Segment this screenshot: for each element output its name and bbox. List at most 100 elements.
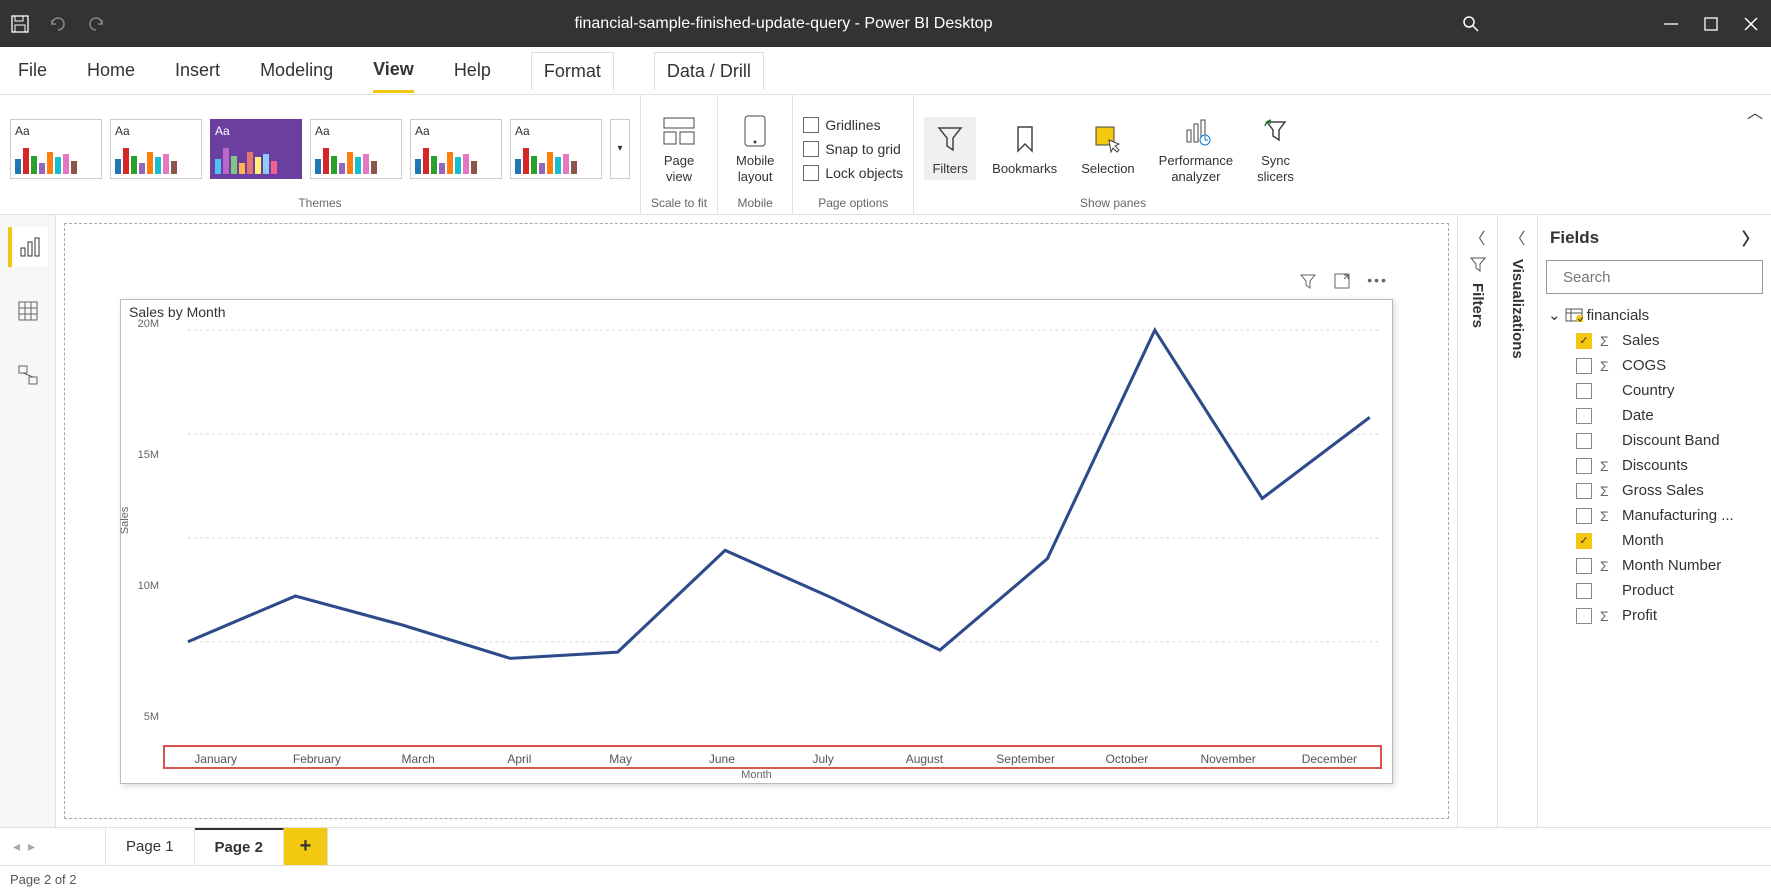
redo-icon[interactable] xyxy=(86,14,106,34)
undo-icon[interactable] xyxy=(48,14,68,34)
page-view-button[interactable]: Page view xyxy=(653,109,705,188)
field-manufacturing-[interactable]: ΣManufacturing ... xyxy=(1542,503,1767,528)
field-discount-band[interactable]: Discount Band xyxy=(1542,428,1767,453)
menu-help[interactable]: Help xyxy=(454,50,491,91)
menu-view[interactable]: View xyxy=(373,49,414,93)
model-view-icon[interactable] xyxy=(8,355,48,395)
theme-tile-2[interactable]: Aa xyxy=(110,119,202,179)
fields-list: ⌄ financials ✓ΣSales Σ COGS Country Date Disc… xyxy=(1538,294,1771,827)
maximize-icon[interactable] xyxy=(1701,14,1721,34)
menu-modeling[interactable]: Modeling xyxy=(260,50,333,91)
tab-add[interactable]: + xyxy=(284,828,328,865)
minimize-icon[interactable] xyxy=(1661,14,1681,34)
field-checkbox[interactable]: ✓ xyxy=(1576,533,1592,549)
field-discounts[interactable]: ΣDiscounts xyxy=(1542,453,1767,478)
chart-xaxis: JanuaryFebruaryMarchAprilMayJuneJulyAugu… xyxy=(163,745,1382,769)
report-page[interactable]: ••• Sales by Month Sales 5M10M15M20M Jan… xyxy=(64,223,1449,819)
field-label: Date xyxy=(1622,407,1654,424)
sync-slicers-button[interactable]: Sync slicers xyxy=(1249,109,1302,188)
chart-visual[interactable]: ••• Sales by Month Sales 5M10M15M20M Jan… xyxy=(120,299,1393,784)
menu-insert[interactable]: Insert xyxy=(175,50,220,91)
field-month-number[interactable]: ΣMonth Number xyxy=(1542,553,1767,578)
snap-checkbox[interactable]: Snap to grid xyxy=(803,141,901,157)
sigma-icon: Σ xyxy=(1600,508,1614,524)
field-checkbox[interactable] xyxy=(1576,383,1592,399)
field-checkbox[interactable] xyxy=(1576,458,1592,474)
bookmarks-button[interactable]: Bookmarks xyxy=(984,117,1065,181)
visualizations-pane-collapsed[interactable]: 〈 Visualizations xyxy=(1497,215,1537,827)
titlebar: financial-sample-finished-update-query -… xyxy=(0,0,1771,47)
field-checkbox[interactable] xyxy=(1576,408,1592,424)
selection-button[interactable]: Selection xyxy=(1073,117,1142,181)
status-text: Page 2 of 2 xyxy=(10,872,77,887)
theme-tile-1[interactable]: Aa xyxy=(10,119,102,179)
statusbar: Page 2 of 2 xyxy=(0,865,1771,893)
report-view-icon[interactable] xyxy=(8,227,48,267)
tab-prev-icon: ◂ xyxy=(13,838,20,855)
theme-dropdown[interactable]: ▾ xyxy=(610,119,630,179)
chevron-left-icon: 〈 xyxy=(1469,225,1485,249)
menubar: File Home Insert Modeling View Help Form… xyxy=(0,47,1771,95)
filters-pane-button[interactable]: Filters xyxy=(924,117,976,181)
chevron-right-icon[interactable]: 〉 xyxy=(1742,225,1759,250)
fields-table-financials[interactable]: ⌄ financials xyxy=(1542,302,1767,328)
save-icon[interactable] xyxy=(10,14,30,34)
sigma-icon: Σ xyxy=(1600,358,1614,374)
field-checkbox[interactable] xyxy=(1576,508,1592,524)
canvas-area[interactable]: ••• Sales by Month Sales 5M10M15M20M Jan… xyxy=(56,215,1457,827)
filters-pane-icon xyxy=(1469,255,1487,273)
lock-checkbox[interactable]: Lock objects xyxy=(803,165,903,181)
field-checkbox[interactable] xyxy=(1576,608,1592,624)
field-gross-sales[interactable]: ΣGross Sales xyxy=(1542,478,1767,503)
visual-focus-icon[interactable] xyxy=(1333,272,1351,290)
chart-plot xyxy=(151,324,1382,669)
field-sales[interactable]: ✓ΣSales xyxy=(1542,328,1767,353)
theme-tile-4[interactable]: Aa xyxy=(310,119,402,179)
mobile-layout-button[interactable]: Mobile layout xyxy=(728,109,782,188)
field-month[interactable]: ✓ Month xyxy=(1542,528,1767,553)
fields-search[interactable] xyxy=(1546,260,1763,294)
visual-more-icon[interactable]: ••• xyxy=(1367,272,1388,290)
chart-title: Sales by Month xyxy=(121,300,1392,324)
field-label: Discounts xyxy=(1622,457,1688,474)
menu-home[interactable]: Home xyxy=(87,50,135,91)
tab-nav[interactable]: ◂▸ xyxy=(0,838,48,855)
data-view-icon[interactable] xyxy=(8,291,48,331)
scale-label: Scale to fit xyxy=(651,196,707,212)
field-profit[interactable]: ΣProfit xyxy=(1542,603,1767,628)
field-checkbox[interactable] xyxy=(1576,358,1592,374)
close-icon[interactable] xyxy=(1741,14,1761,34)
field-checkbox[interactable] xyxy=(1576,583,1592,599)
field-cogs[interactable]: Σ COGS xyxy=(1542,353,1767,378)
filters-pane-collapsed[interactable]: 〈 Filters xyxy=(1457,215,1497,827)
field-product[interactable]: Product xyxy=(1542,578,1767,603)
menu-datadrill[interactable]: Data / Drill xyxy=(654,52,764,90)
theme-tile-6[interactable]: Aa xyxy=(510,119,602,179)
search-icon[interactable] xyxy=(1461,14,1481,34)
chevron-left-icon: 〈 xyxy=(1509,225,1525,249)
tab-next-icon: ▸ xyxy=(28,838,35,855)
field-label: Month xyxy=(1622,532,1664,549)
performance-analyzer-button[interactable]: Performance analyzer xyxy=(1151,109,1241,188)
field-label: Product xyxy=(1622,582,1674,599)
field-checkbox[interactable] xyxy=(1576,558,1592,574)
menu-format[interactable]: Format xyxy=(531,52,614,90)
fields-pane: Fields 〉 ⌄ financials ✓ΣSales Σ COGS Countr… xyxy=(1537,215,1771,827)
tab-page1[interactable]: Page 1 xyxy=(106,828,195,865)
fields-search-input[interactable] xyxy=(1563,269,1762,286)
theme-tile-5[interactable]: Aa xyxy=(410,119,502,179)
field-label: COGS xyxy=(1622,357,1666,374)
field-date[interactable]: Date xyxy=(1542,403,1767,428)
field-checkbox[interactable] xyxy=(1576,483,1592,499)
fields-pane-title: Fields xyxy=(1550,228,1599,248)
visual-filter-icon[interactable] xyxy=(1299,272,1317,290)
theme-tile-3[interactable]: Aa xyxy=(210,119,302,179)
menu-file[interactable]: File xyxy=(18,50,47,91)
field-checkbox[interactable]: ✓ xyxy=(1576,333,1592,349)
gridlines-checkbox[interactable]: Gridlines xyxy=(803,117,880,133)
field-checkbox[interactable] xyxy=(1576,433,1592,449)
sigma-icon: Σ xyxy=(1600,558,1614,574)
field-country[interactable]: Country xyxy=(1542,378,1767,403)
tab-page2[interactable]: Page 2 xyxy=(195,828,284,865)
collapse-ribbon-icon[interactable]: ︿ xyxy=(1747,99,1763,123)
